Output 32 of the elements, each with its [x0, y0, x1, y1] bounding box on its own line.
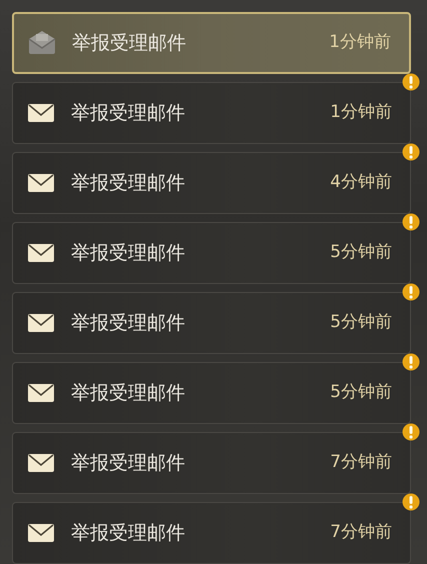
- alert-icon: [402, 143, 420, 161]
- mail-title: 举报受理邮件: [71, 240, 186, 266]
- alert-icon: [402, 283, 420, 301]
- mail-item[interactable]: 举报受理邮件 1分钟前: [12, 12, 411, 74]
- mail-title: 举报受理邮件: [71, 450, 186, 476]
- mail-time: 7分钟前: [330, 451, 392, 474]
- mail-time: 1分钟前: [329, 31, 391, 54]
- mail-item[interactable]: 举报受理邮件 1分钟前: [12, 82, 411, 144]
- mail-time: 4分钟前: [330, 171, 392, 194]
- mail-time: 5分钟前: [330, 381, 392, 404]
- alert-icon: [402, 493, 420, 511]
- mail-title: 举报受理邮件: [71, 310, 186, 336]
- mail-title: 举报受理邮件: [72, 30, 187, 56]
- mail-item[interactable]: 举报受理邮件 4分钟前: [12, 152, 411, 214]
- mail-item[interactable]: 举报受理邮件 5分钟前: [12, 362, 411, 424]
- alert-icon: [402, 213, 420, 231]
- mail-item[interactable]: 举报受理邮件 5分钟前: [12, 222, 411, 284]
- alert-icon: [402, 353, 420, 371]
- mail-item[interactable]: 举报受理邮件 5分钟前: [12, 292, 411, 354]
- mail-time: 5分钟前: [330, 241, 392, 264]
- mail-title: 举报受理邮件: [71, 170, 186, 196]
- mail-title: 举报受理邮件: [71, 520, 186, 546]
- mail-time: 7分钟前: [330, 521, 392, 544]
- open-envelope-icon: [28, 30, 56, 56]
- mail-item[interactable]: 举报受理邮件 7分钟前: [12, 502, 411, 564]
- mail-item[interactable]: 举报受理邮件 7分钟前: [12, 432, 411, 494]
- alert-icon: [402, 423, 420, 441]
- alert-icon: [402, 73, 420, 91]
- mail-time: 1分钟前: [330, 101, 392, 124]
- mail-time: 5分钟前: [330, 311, 392, 334]
- mail-title: 举报受理邮件: [71, 380, 186, 406]
- mail-title: 举报受理邮件: [71, 100, 186, 126]
